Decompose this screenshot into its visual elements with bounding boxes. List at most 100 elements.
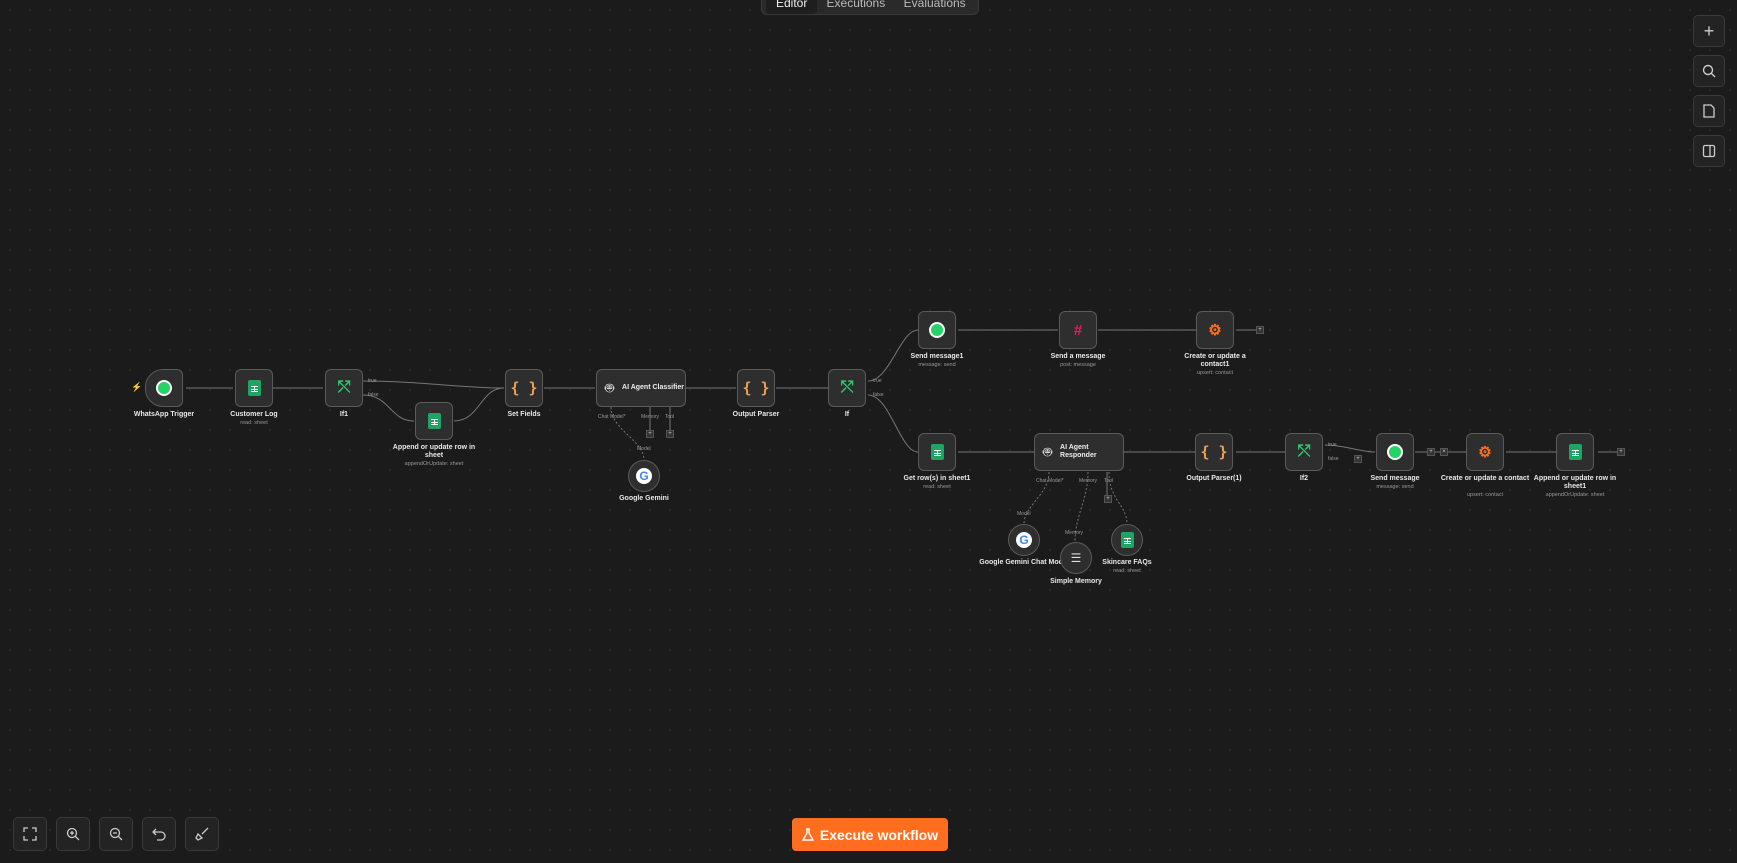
node-label: If2 [1299, 475, 1309, 482]
node-label: Create or update a contact [1440, 475, 1530, 482]
node-subtitle: read: sheet [1113, 568, 1141, 574]
node-label: Google Gemini Chat Model [979, 559, 1069, 566]
reset-zoom-button[interactable] [142, 817, 176, 851]
node-if1[interactable]: ⤲ [325, 369, 363, 407]
node-get-rows[interactable] [918, 433, 956, 471]
node-slack-message[interactable]: # [1059, 311, 1097, 349]
google-icon: G [636, 468, 652, 484]
zoom-in-icon [66, 827, 80, 841]
port-label: Tool [1104, 478, 1114, 484]
fit-view-button[interactable] [13, 817, 47, 851]
node-label: WhatsApp Trigger [133, 411, 195, 418]
node-subtitle: read: sheet [923, 484, 951, 490]
node-output-parser[interactable]: { } [737, 369, 775, 407]
node-label: Simple Memory [1050, 578, 1102, 585]
port-label: Memory [1065, 530, 1084, 536]
insert-node-button[interactable]: + [1427, 448, 1435, 456]
node-label: Get row(s) in sheet1 [903, 475, 971, 482]
node-agent-responder[interactable]: 🤖︎ AI Agent Responder [1034, 433, 1124, 471]
port-label: Chat Model* [598, 414, 626, 420]
node-skincare-faqs[interactable] [1111, 524, 1143, 556]
undo-icon [152, 828, 166, 841]
agent-title: AI Agent Responder [1060, 444, 1097, 459]
node-send-message[interactable] [1376, 433, 1414, 471]
node-hubspot-contact[interactable]: ⚙ [1466, 433, 1504, 471]
node-subtitle: message: send [1376, 484, 1414, 490]
google-sheets-icon [930, 444, 944, 460]
connections [186, 329, 1617, 543]
node-label: Create or update a contact1 [1184, 353, 1246, 368]
flask-icon [801, 827, 814, 841]
robot-icon: 🤖︎ [605, 379, 615, 397]
add-tool-button[interactable]: + [1104, 495, 1112, 503]
add-node-after-button[interactable]: + [1256, 326, 1264, 334]
node-google-gemini[interactable]: G [628, 460, 660, 492]
node-agent-classifier[interactable]: 🤖︎ AI Agent Classifier [596, 369, 686, 407]
branch-label: true [368, 378, 377, 384]
database-icon: ☰ [1070, 551, 1082, 565]
branch-icon: ⤲ [337, 379, 351, 396]
whatsapp-icon [156, 380, 172, 396]
slack-icon: # [1073, 321, 1083, 339]
node-label: If1 [339, 411, 349, 418]
add-memory-button[interactable]: + [646, 430, 654, 438]
node-append-row1[interactable] [1556, 433, 1594, 471]
node-subtitle: upsert: contact [1196, 370, 1234, 376]
node-hubspot-contact1[interactable]: ⚙ [1196, 311, 1234, 349]
node-subtitle: upsert: contact [1466, 492, 1504, 498]
node-customer-log[interactable] [235, 369, 273, 407]
tidy-up-button[interactable] [185, 817, 219, 851]
port-label: Model [637, 446, 651, 452]
add-tool-button[interactable]: + [666, 430, 674, 438]
robot-icon: 🤖︎ [1043, 443, 1053, 461]
braces-icon: { } [510, 379, 538, 397]
branch-icon: ⤲ [840, 379, 854, 396]
trigger-bolt-icon: ⚡ [131, 382, 143, 392]
add-node-after-button[interactable]: + [1617, 448, 1625, 456]
zoom-out-button[interactable] [99, 817, 133, 851]
fullscreen-icon [23, 827, 37, 841]
google-icon: G [1016, 532, 1032, 548]
node-if[interactable]: ⤲ [828, 369, 866, 407]
node-label: Skincare FAQs [1102, 559, 1152, 566]
google-sheets-icon [1568, 444, 1582, 460]
zoom-out-icon [109, 827, 123, 841]
add-node-false-button[interactable]: + [1354, 455, 1362, 463]
broom-icon [195, 827, 209, 841]
node-label: If [844, 411, 850, 418]
node-if2[interactable]: ⤲ [1285, 433, 1323, 471]
branch-label: true [1328, 442, 1337, 448]
execute-workflow-button[interactable]: Execute workflow [792, 818, 948, 851]
node-subtitle: post: message [1060, 362, 1096, 368]
delete-connection-button[interactable]: × [1440, 448, 1448, 456]
node-send-message1[interactable] [918, 311, 956, 349]
port-label: Memory [1079, 478, 1098, 484]
branch-label: false [368, 392, 379, 398]
port-label: Chat Model* [1036, 478, 1064, 484]
node-subtitle: appendOrUpdate: sheet [1545, 492, 1605, 498]
whatsapp-icon [929, 322, 945, 338]
node-subtitle: message: send [918, 362, 956, 368]
node-output-parser1[interactable]: { } [1195, 433, 1233, 471]
node-label: Google Gemini [619, 495, 669, 502]
branch-icon: ⤲ [1297, 443, 1311, 460]
node-gemini-chat-model[interactable]: G [1008, 524, 1040, 556]
node-set-fields[interactable]: { } [505, 369, 543, 407]
node-append-row[interactable] [415, 402, 453, 440]
agent-title: AI Agent Classifier [622, 384, 684, 391]
node-label: Customer Log [230, 411, 278, 418]
whatsapp-icon [1387, 444, 1403, 460]
node-whatsapp-trigger[interactable] [145, 369, 183, 407]
branch-label: false [1328, 456, 1339, 462]
braces-icon: { } [742, 379, 770, 397]
node-label: Output Parser [732, 411, 780, 418]
execute-label: Execute workflow [819, 826, 939, 843]
braces-icon: { } [1200, 443, 1228, 461]
node-label: Set Fields [507, 411, 541, 418]
port-label: Model [1017, 511, 1031, 517]
google-sheets-icon [1120, 532, 1134, 548]
hubspot-icon: ⚙ [1208, 322, 1222, 339]
branch-label: false [873, 392, 884, 398]
node-label: Send message [1370, 475, 1420, 482]
zoom-in-button[interactable] [56, 817, 90, 851]
